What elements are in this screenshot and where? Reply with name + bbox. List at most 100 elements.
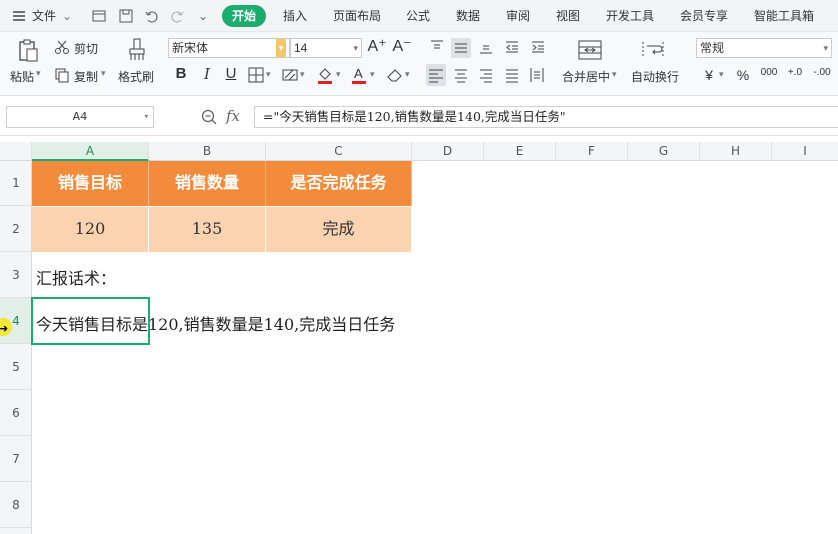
tab-smart-toolbox[interactable]: 智能工具箱 [754, 7, 814, 25]
fill-color-chevron-icon[interactable]: ▾ [336, 69, 341, 80]
undo-icon[interactable] [143, 7, 161, 25]
cell-b1[interactable]: 销售数量 [149, 161, 266, 206]
paste-button[interactable]: 粘贴 [10, 68, 34, 85]
column-header-b[interactable]: B [149, 142, 266, 161]
tab-insert[interactable]: 插入 [283, 7, 307, 25]
file-menu-chevron-icon[interactable]: ⌄ [62, 7, 72, 25]
row-header-7[interactable]: 7 [0, 436, 32, 482]
name-box-chevron-icon[interactable]: ▾ [144, 107, 149, 127]
wrap-text-button[interactable]: 自动换行 [631, 68, 679, 85]
number-format-chevron-icon[interactable]: ▾ [823, 39, 828, 57]
currency-chevron-icon[interactable]: ▾ [719, 69, 724, 80]
save-icon[interactable] [117, 7, 135, 25]
column-header-f[interactable]: F [556, 142, 628, 161]
new-file-icon[interactable] [90, 7, 108, 25]
eraser-icon[interactable] [386, 67, 404, 83]
fill-color-icon[interactable] [316, 65, 334, 85]
insert-function-icon[interactable]: fx [226, 107, 240, 125]
tab-formulas[interactable]: 公式 [406, 7, 430, 25]
justify-icon[interactable] [503, 65, 521, 85]
decrease-font-icon[interactable]: A⁻ [392, 37, 412, 57]
cut-button[interactable]: 剪切 [74, 40, 98, 57]
number-format-select[interactable]: 常规 ▾ [696, 38, 832, 58]
font-name-chevron-icon[interactable]: ▾ [276, 39, 286, 57]
align-right-icon[interactable] [477, 65, 495, 85]
cell-c2[interactable]: 完成 [266, 206, 412, 252]
svg-text:A: A [354, 66, 363, 81]
eraser-chevron-icon[interactable]: ▾ [405, 69, 410, 80]
fill-pattern-chevron-icon[interactable]: ▾ [300, 69, 305, 80]
column-header-h[interactable]: H [700, 142, 772, 161]
tab-data[interactable]: 数据 [456, 7, 480, 25]
underline-icon[interactable]: U [222, 64, 240, 84]
italic-icon[interactable]: I [198, 64, 216, 84]
zoom-formula-icon[interactable] [200, 108, 218, 126]
tab-member[interactable]: 会员专享 [680, 7, 728, 25]
bold-icon[interactable]: B [172, 64, 190, 84]
increase-font-icon[interactable]: A⁺ [367, 37, 387, 57]
currency-icon[interactable]: ¥ [700, 65, 718, 85]
file-menu[interactable]: 文件 [32, 7, 56, 25]
font-name-select[interactable]: 新宋体 ▾ [168, 38, 290, 58]
font-color-icon[interactable]: A [350, 65, 368, 85]
align-left-icon[interactable] [426, 64, 446, 86]
formula-input[interactable]: ="今天销售目标是120,销售数量是140,完成当日任务" [254, 106, 838, 128]
column-header-e[interactable]: E [484, 142, 556, 161]
font-size-chevron-icon[interactable]: ▾ [353, 39, 358, 57]
tab-developer[interactable]: 开发工具 [606, 7, 654, 25]
merge-center-icon[interactable] [577, 38, 603, 62]
paste-chevron-icon[interactable]: ▾ [36, 68, 41, 79]
name-box[interactable]: A4 ▾ [6, 106, 154, 128]
merge-center-button[interactable]: 合并居中 [562, 68, 610, 85]
row-header-1[interactable]: 1 [0, 161, 32, 206]
cell-c1[interactable]: 是否完成任务 [266, 161, 412, 206]
merge-chevron-icon[interactable]: ▾ [612, 69, 617, 80]
format-painter-button[interactable]: 格式刷 [118, 68, 154, 85]
cell-a1[interactable]: 销售目标 [32, 161, 149, 206]
redo-icon[interactable] [168, 7, 186, 25]
tab-page-layout[interactable]: 页面布局 [333, 7, 381, 25]
copy-chevron-icon[interactable]: ▾ [101, 68, 106, 79]
align-center-icon[interactable] [452, 65, 470, 85]
select-all-corner[interactable] [0, 142, 32, 161]
copy-icon[interactable] [54, 67, 70, 83]
font-size-select[interactable]: 14 ▾ [290, 38, 362, 58]
row-header-5[interactable]: 5 [0, 344, 32, 390]
tab-home[interactable]: 开始 [222, 5, 266, 27]
fill-pattern-icon[interactable] [282, 67, 298, 83]
tab-view[interactable]: 视图 [556, 7, 580, 25]
cell-a3[interactable]: 汇报话术： [36, 265, 116, 289]
wrap-text-icon[interactable] [640, 38, 666, 62]
column-header-a[interactable]: A [32, 142, 149, 161]
column-header-g[interactable]: G [628, 142, 700, 161]
cell-b2[interactable]: 135 [149, 206, 266, 252]
distributed-align-icon[interactable] [528, 65, 546, 85]
align-top-icon[interactable] [428, 38, 446, 56]
column-header-d[interactable]: D [412, 142, 484, 161]
increase-decimal-icon[interactable]: +.0 [784, 63, 806, 83]
quick-access-more-icon[interactable]: ⌄ [198, 7, 208, 25]
tab-review[interactable]: 审阅 [506, 7, 530, 25]
column-header-c[interactable]: C [266, 142, 412, 161]
decrease-decimal-icon[interactable]: -.00 [809, 63, 835, 83]
percent-icon[interactable]: % [734, 65, 752, 85]
row-header-2[interactable]: 2 [0, 206, 32, 252]
thousands-separator-icon[interactable]: 000 [758, 63, 780, 83]
column-header-i[interactable]: I [772, 142, 838, 161]
cell-a2[interactable]: 120 [32, 206, 149, 252]
align-middle-icon[interactable] [451, 38, 471, 58]
copy-button[interactable]: 复制 [74, 68, 98, 85]
font-color-chevron-icon[interactable]: ▾ [370, 69, 375, 80]
align-bottom-icon[interactable] [477, 38, 495, 56]
scissors-icon[interactable] [54, 39, 70, 55]
paste-icon[interactable] [14, 37, 42, 65]
row-header-3[interactable]: 3 [0, 252, 32, 298]
decrease-indent-icon[interactable] [503, 38, 521, 56]
row-header-8[interactable]: 8 [0, 482, 32, 528]
borders-icon[interactable] [248, 67, 264, 83]
row-header-6[interactable]: 6 [0, 390, 32, 436]
hamburger-menu-icon[interactable] [10, 7, 28, 25]
format-painter-icon[interactable] [125, 37, 149, 63]
borders-chevron-icon[interactable]: ▾ [266, 69, 271, 80]
increase-indent-icon[interactable] [529, 38, 547, 56]
